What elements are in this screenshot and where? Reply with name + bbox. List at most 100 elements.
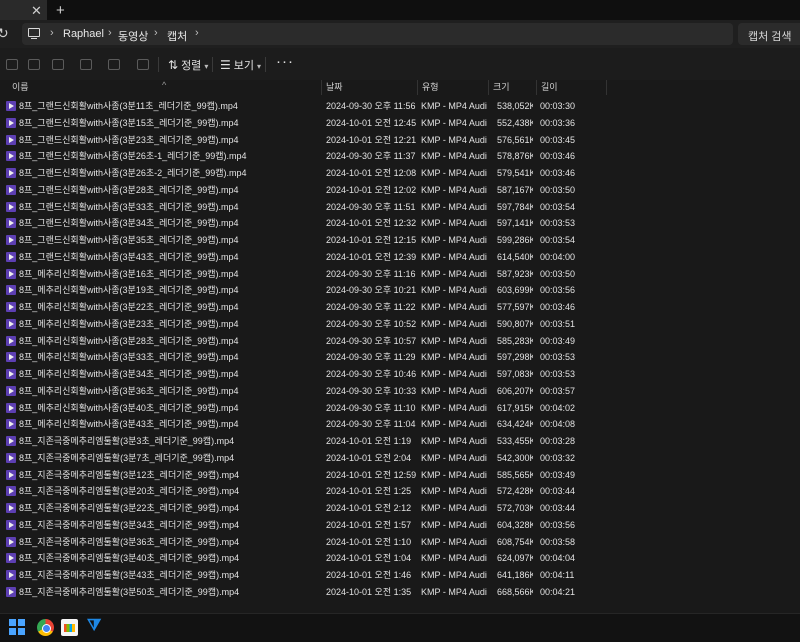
file-row[interactable]: 8프_그랜드신회활with사종(3분26초-1_레더기준_99캡).mp4 202… [0, 148, 800, 165]
file-row[interactable]: 8프_메추리신회활with사종(3분16초_레더기준_99캡).mp4 2024-… [0, 266, 800, 283]
file-row[interactable]: 8프_그랜드신회활with사종(3분28초_레더기준_99캡).mp4 2024-… [0, 182, 800, 199]
visual-studio-code-icon[interactable]: ⧩ [87, 617, 104, 636]
video-file-icon [6, 586, 16, 597]
more-options-button[interactable]: ··· [276, 53, 294, 70]
file-date: 2024-09-30 오후 11:29 [326, 352, 416, 363]
file-row[interactable]: 8프_그랜드신회활with사종(3분26초-2_레더기준_99캡).mp4 202… [0, 165, 800, 182]
file-name: 8프_그랜드신회활with사종(3분15초_레더기준_99캡).mp4 [19, 117, 239, 128]
file-length: 00:03:50 [540, 184, 576, 195]
address-bar-row: ↻ › Raphael › 동영상 › 캡처 › 캡처 검색 [0, 20, 800, 48]
file-length: 00:03:32 [540, 452, 576, 463]
file-size: 585,565KB [497, 469, 533, 480]
file-row[interactable]: 8프_지존극중메추리엠툴활(3분3초_레더기준_99캡).mp4 2024-10-… [0, 433, 800, 450]
breadcrumb-item-raphael[interactable]: Raphael [63, 28, 104, 40]
breadcrumb[interactable]: › Raphael › 동영상 › 캡처 › [22, 23, 733, 45]
file-row[interactable]: 8프_그랜드신회활with사종(3분33초_레더기준_99캡).mp4 2024-… [0, 199, 800, 216]
file-row[interactable]: 8프_지존극중메추리엠툴활(3분22초_레더기준_99캡).mp4 2024-10… [0, 500, 800, 517]
file-row[interactable]: 8프_그랜드신회활with사종(3분11초_레더기준_99캡).mp4 2024-… [0, 98, 800, 115]
column-header-type[interactable]: 유형 [417, 80, 488, 95]
column-header-date[interactable]: 날짜 [321, 80, 417, 95]
plus-icon[interactable]: + [56, 2, 65, 19]
file-row[interactable]: 8프_지존극중메추리엠툴활(3분34초_레더기준_99캡).mp4 2024-10… [0, 517, 800, 534]
file-row[interactable]: 8프_메추리신회활with사종(3분36초_레더기준_99캡).mp4 2024-… [0, 383, 800, 400]
taskbar: ⧩ [0, 613, 800, 642]
file-length: 00:03:30 [540, 101, 576, 111]
video-file-icon [6, 285, 16, 296]
file-row[interactable]: 8프_메추리신회활with사종(3분22초_레더기준_99캡).mp4 2024-… [0, 299, 800, 316]
file-row[interactable]: 8프_그랜드신회활with사종(3분23초_레더기준_99캡).mp4 2024-… [0, 132, 800, 149]
file-row[interactable]: 8프_지존극중메추리엠툴활(3분50초_레더기준_99캡).mp4 2024-10… [0, 584, 800, 601]
file-size: 542,300KB [497, 452, 533, 463]
file-row[interactable]: 8프_지존극중메추리엠툴활(3분12초_레더기준_99캡).mp4 2024-10… [0, 467, 800, 484]
copy-icon[interactable] [28, 59, 40, 70]
windows-start-icon[interactable] [9, 619, 26, 636]
file-row[interactable]: 8프_메추리신회활with사종(3분43초_레더기준_99캡).mp4 2024-… [0, 416, 800, 433]
share-icon[interactable] [108, 59, 120, 70]
file-row[interactable]: 8프_지존극중메추리엠툴활(3분43초_레더기준_99캡).mp4 2024-10… [0, 567, 800, 584]
video-file-icon [6, 101, 16, 111]
file-size: 572,428KB [497, 486, 533, 497]
file-row[interactable]: 8프_지존극중메추리엠툴활(3분40초_레더기준_99캡).mp4 2024-10… [0, 550, 800, 567]
breadcrumb-item-videos[interactable]: 동영상 [118, 28, 148, 44]
column-header-size[interactable]: 크기 [488, 80, 536, 95]
file-row[interactable]: 8프_지존극중메추리엠툴활(3분36초_레더기준_99캡).mp4 2024-10… [0, 534, 800, 551]
file-type: KMP - MP4 Audi... [421, 335, 487, 346]
sort-button[interactable]: ⇅ 정렬 ▾ [168, 57, 208, 73]
file-name: 8프_메추리신회활with사종(3분43초_레더기준_99캡).mp4 [19, 419, 239, 430]
close-icon[interactable]: ✕ [31, 3, 42, 19]
file-row[interactable]: 8프_메추리신회활with사종(3분23초_레더기준_99캡).mp4 2024-… [0, 316, 800, 333]
video-file-icon [6, 419, 16, 430]
file-type: KMP - MP4 Audi... [421, 285, 487, 296]
file-row[interactable]: 8프_그랜드신회활with사종(3분34초_레더기준_99캡).mp4 2024-… [0, 215, 800, 232]
file-date: 2024-10-01 오전 12:39 [326, 251, 417, 262]
file-row[interactable]: 8프_지존극중메추리엠툴활(3분20초_레더기준_99캡).mp4 2024-10… [0, 483, 800, 500]
video-file-icon [6, 486, 16, 497]
file-length: 00:03:46 [540, 168, 576, 178]
file-size: 578,876KB [497, 151, 533, 162]
file-size: 634,424KB [497, 419, 533, 430]
file-row[interactable]: 8프_메추리신회활with사종(3분33초_레더기준_99캡).mp4 2024-… [0, 349, 800, 366]
video-file-icon [6, 117, 16, 128]
chevron-right-icon[interactable]: › [195, 27, 199, 39]
rename-icon[interactable] [80, 59, 92, 70]
active-tab[interactable]: ✕ [0, 0, 47, 20]
video-file-icon [6, 436, 16, 446]
file-type: KMP - MP4 Audi... [421, 168, 487, 178]
view-icon: ☰ [220, 58, 231, 72]
file-name: 8프_메추리신회활with사종(3분22초_레더기준_99캡).mp4 [19, 302, 239, 312]
file-row[interactable]: 8프_그랜드신회활with사종(3분43초_레더기준_99캡).mp4 2024-… [0, 249, 800, 266]
file-size: 608,754KB [497, 536, 533, 547]
file-type: KMP - MP4 Audi... [421, 419, 487, 430]
file-row[interactable]: 8프_메추리신회활with사종(3분19초_레더기준_99캡).mp4 2024-… [0, 282, 800, 299]
file-type: KMP - MP4 Audi... [421, 469, 487, 480]
file-row[interactable]: 8프_그랜드신회활with사종(3분15초_레더기준_99캡).mp4 2024-… [0, 115, 800, 132]
file-type: KMP - MP4 Audi... [421, 352, 487, 363]
cut-icon[interactable] [6, 59, 18, 70]
search-box[interactable]: 캡처 검색 [738, 23, 800, 45]
file-size: 579,541KB [497, 168, 533, 178]
file-row[interactable]: 8프_지존극중메추리엠툴활(3분7초_레더기준_99캡).mp4 2024-10-… [0, 450, 800, 467]
file-size: 617,915KB [497, 402, 533, 413]
file-size: 585,283KB [497, 335, 533, 346]
file-size: 624,097KB [497, 553, 533, 564]
file-type: KMP - MP4 Audi... [421, 369, 487, 379]
refresh-icon[interactable]: ↻ [0, 25, 9, 42]
file-name: 8프_그랜드신회활with사종(3분43초_레더기준_99캡).mp4 [19, 251, 239, 262]
file-row[interactable]: 8프_메추리신회활with사종(3분28초_레더기준_99캡).mp4 2024-… [0, 333, 800, 350]
file-row[interactable]: 8프_메추리신회활with사종(3분34초_레더기준_99캡).mp4 2024-… [0, 366, 800, 383]
column-header-length[interactable]: 길이 [536, 80, 607, 95]
file-length: 00:03:49 [540, 469, 576, 480]
paste-icon[interactable] [52, 59, 64, 70]
file-size: 668,566KB [497, 586, 533, 597]
file-type: KMP - MP4 Audi... [421, 318, 487, 329]
file-date: 2024-09-30 오후 11:16 [326, 268, 416, 279]
delete-icon[interactable] [137, 59, 149, 70]
breadcrumb-item-captures[interactable]: 캡처 [167, 28, 187, 44]
file-row[interactable]: 8프_메추리신회활with사종(3분40초_레더기준_99캡).mp4 2024-… [0, 400, 800, 417]
video-file-icon [6, 553, 16, 564]
view-button[interactable]: ☰ 보기 ▾ [220, 57, 261, 73]
video-file-icon [6, 201, 16, 212]
chrome-icon[interactable] [37, 619, 54, 636]
file-row[interactable]: 8프_그랜드신회활with사종(3분35초_레더기준_99캡).mp4 2024-… [0, 232, 800, 249]
store-icon[interactable] [61, 619, 78, 636]
